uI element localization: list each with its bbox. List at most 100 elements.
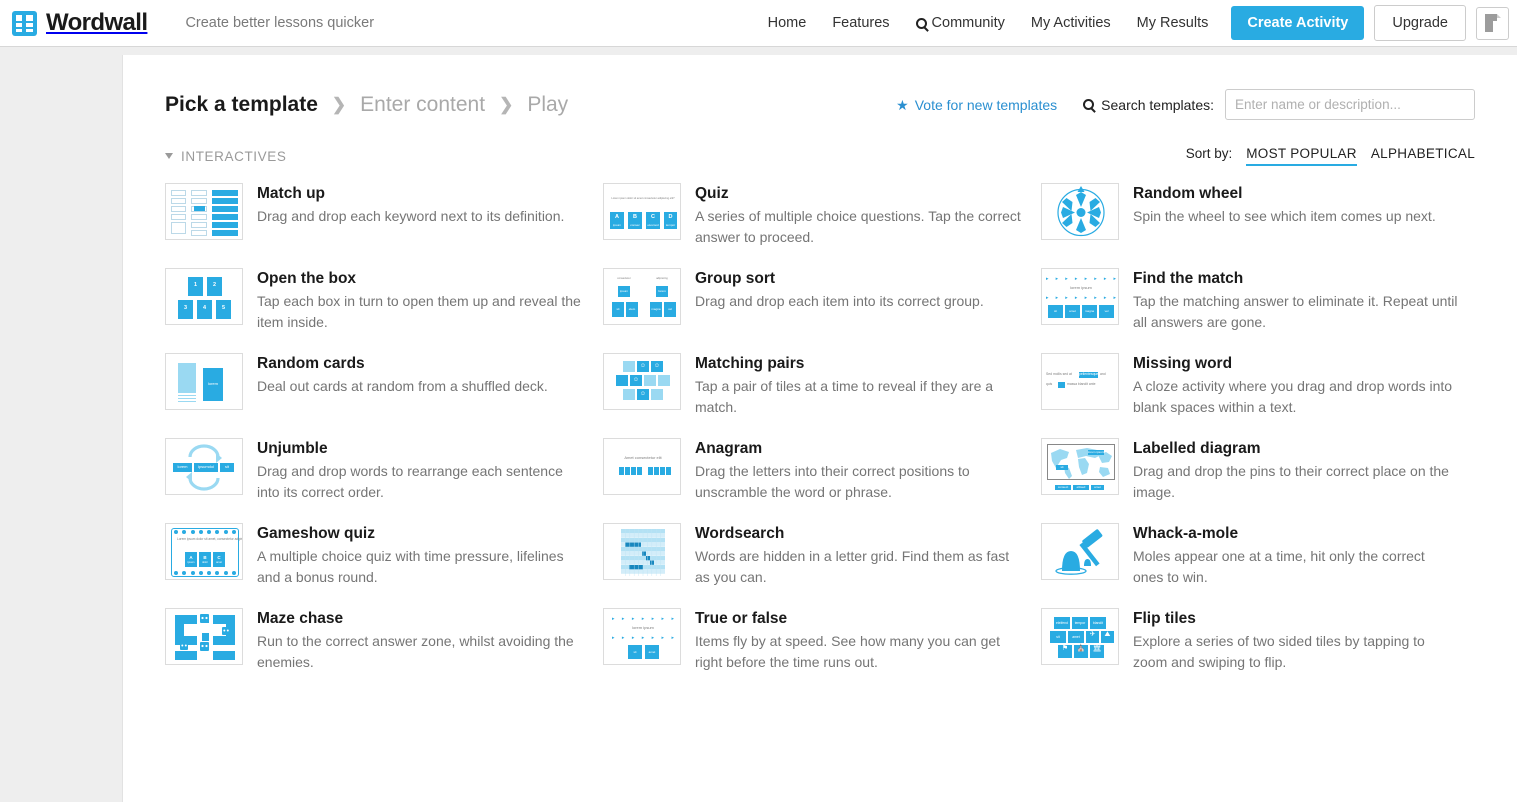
template-card-random-cards[interactable]: lorem Random cards Deal out cards at ran… (165, 352, 603, 417)
nav-item-my-results[interactable]: My Results (1124, 15, 1222, 31)
brand-name: Wordwall (46, 9, 148, 36)
template-description: A cloze activity where you drag and drop… (1133, 378, 1453, 415)
template-description: Items fly by at speed. See how many you … (695, 633, 1001, 670)
find-the-match-thumbnail: ▸ ▸ ▸ ▸ ▸ ▸ ▸ ▸ lorem ipsum ▸ ▸ ▸ ▸ ▸ ▸ ▸ ▸ sit amet m… (1041, 267, 1119, 325)
breadcrumb-step-pick-a-template[interactable]: Pick a template (165, 93, 318, 117)
wordsearch-thumbnail (603, 522, 681, 580)
template-description: Words are hidden in a letter grid. Find … (695, 548, 1010, 585)
vote-for-new-templates-link[interactable]: ★ Vote for new templates (896, 97, 1057, 113)
template-card-anagram[interactable]: Amet consectetur elit Anagram Drag the l… (603, 437, 1041, 502)
template-title: Missing word (1133, 354, 1233, 372)
template-card-wordsearch[interactable]: Wordsearch Words are hidden in a letter … (603, 522, 1041, 587)
template-title: Whack-a-mole (1133, 524, 1239, 542)
chevron-down-icon (165, 153, 173, 159)
template-card-labelled-diagram[interactable]: lorem ipsum sit consect elitsed amet Lab… (1041, 437, 1475, 502)
template-card-maze-chase[interactable]: Maze chase Run to the correct answer zon… (165, 607, 603, 672)
template-card-group-sort[interactable]: consectetur adipiscing ipsum lorem sit e… (603, 267, 1041, 332)
template-title: Maze chase (257, 609, 344, 627)
nav-item-my-results-label: My Results (1136, 15, 1209, 31)
template-title: Find the match (1133, 269, 1244, 287)
whack-a-mole-thumbnail (1041, 522, 1119, 580)
template-card-whack-a-mole[interactable]: Whack-a-mole Moles appear one at a time,… (1041, 522, 1475, 587)
nav-item-my-activities-label: My Activities (1030, 15, 1111, 31)
create-activity-button[interactable]: Create Activity (1231, 6, 1365, 40)
template-description: Tap the matching answer to eliminate it.… (1133, 293, 1458, 330)
template-card-gameshow-quiz[interactable]: Lorem ipsum dolor sit amet, consectetur … (165, 522, 603, 587)
template-card-random-wheel[interactable]: Random wheel Spin the wheel to see which… (1041, 183, 1475, 247)
maze-icon (175, 613, 235, 660)
template-card-missing-word[interactable]: Sed mollis sed at pellentesque and quis … (1041, 352, 1475, 417)
matching-pairs-thumbnail: ☺ ☺ ☺ ☺ (603, 352, 681, 410)
sort-option-alphabetical[interactable]: ALPHABETICAL (1371, 146, 1475, 164)
template-title: Group sort (695, 269, 776, 287)
search-templates-label: Search templates: (1083, 97, 1214, 113)
template-description: Run to the correct answer zone, whilst a… (257, 633, 574, 670)
search-icon (1083, 99, 1095, 110)
template-description: Tap a pair of tiles at a time to reveal … (695, 378, 994, 415)
template-description: Drag the letters into their correct posi… (695, 463, 970, 500)
nav-item-community[interactable]: Community (903, 15, 1018, 31)
chevron-right-icon: ❯ (331, 94, 347, 114)
quiz-thumbnail: Lorem ipsum dolor sit amet consectetur a… (603, 183, 681, 240)
user-avatar-button[interactable] (1476, 6, 1509, 40)
section-title-label: INTERACTIVES (181, 148, 287, 164)
template-title: Quiz (695, 185, 729, 202)
top-navigation-bar: Wordwall Create better lessons quicker H… (0, 0, 1517, 47)
random-wheel-thumbnail (1041, 183, 1119, 240)
quiz-thumb-question: Lorem ipsum dolor sit amet consectetur a… (611, 197, 675, 200)
upgrade-button[interactable]: Upgrade (1374, 5, 1466, 41)
sort-option-most-popular[interactable]: MOST POPULAR (1246, 146, 1357, 166)
template-title: Match up (257, 185, 326, 202)
nav-item-features[interactable]: Features (819, 15, 902, 31)
template-card-matching-pairs[interactable]: ☺ ☺ ☺ ☺ Matching pairs Tap a pair of til… (603, 352, 1041, 417)
template-title: Open the box (257, 269, 357, 287)
labelled-diagram-thumbnail: lorem ipsum sit consect elitsed amet (1041, 437, 1119, 495)
template-title: Matching pairs (695, 354, 805, 372)
search-icon (915, 17, 927, 29)
breadcrumb-step-play[interactable]: Play (527, 93, 568, 117)
page-background: Pick a template ❯ Enter content ❯ Play ★… (0, 47, 1517, 802)
section-header-interactives: INTERACTIVES Sort by: MOST POPULAR ALPHA… (165, 141, 1475, 171)
search-templates-input[interactable] (1225, 89, 1475, 120)
template-grid: Match up Drag and drop each keyword next… (165, 183, 1475, 672)
template-card-true-or-false[interactable]: ▸ ▸ ▸ ▸ ▸ ▸ ▸ lorem ipsum ▸ ▸ ▸ ▸ ▸ ▸ ▸ sit amet Tru… (603, 607, 1041, 672)
template-title: Unjumble (257, 439, 328, 457)
match-up-thumbnail (165, 183, 243, 240)
template-card-open-the-box[interactable]: 1 2 3 4 5 Open the box Tap each box in t… (165, 267, 603, 332)
mallet-and-mole-icon (1055, 529, 1103, 575)
template-title: Wordsearch (695, 524, 785, 542)
chevron-right-icon: ❯ (499, 94, 514, 114)
nav-item-my-activities[interactable]: My Activities (1018, 15, 1124, 31)
letter-grid-icon (621, 528, 665, 576)
brand-tagline: Create better lessons quicker (185, 15, 375, 31)
anagram-thumbnail: Amet consectetur elit (603, 437, 681, 495)
template-card-match-up[interactable]: Match up Drag and drop each keyword next… (165, 183, 603, 247)
template-title: Flip tiles (1133, 609, 1196, 627)
nav-item-home[interactable]: Home (755, 15, 820, 31)
template-description: Spin the wheel to see which item comes u… (1133, 208, 1436, 225)
breadcrumb-step-enter-content[interactable]: Enter content (360, 93, 485, 117)
vote-for-new-templates-label: Vote for new templates (914, 96, 1058, 113)
star-icon: ★ (896, 96, 909, 113)
template-description: Drag and drop the pins to their correct … (1133, 463, 1449, 500)
random-cards-thumbnail: lorem (165, 352, 243, 410)
wordwall-logo-icon (12, 10, 37, 36)
template-card-unjumble[interactable]: lorem ipsumdol sit Unjumble Drag and dro… (165, 437, 603, 502)
template-card-flip-tiles[interactable]: eleifend tempor blandit sit amet ✈ ⛰ ⚑ ⛪… (1041, 607, 1475, 672)
template-card-find-the-match[interactable]: ▸ ▸ ▸ ▸ ▸ ▸ ▸ ▸ lorem ipsum ▸ ▸ ▸ ▸ ▸ ▸ ▸ ▸ sit amet m… (1041, 267, 1475, 332)
template-title: Anagram (695, 439, 763, 457)
section-toggle-interactives[interactable]: INTERACTIVES (165, 149, 286, 164)
wheel-icon (1057, 186, 1105, 237)
group-sort-thumbnail: consectetur adipiscing ipsum lorem sit e… (603, 267, 681, 325)
template-description: Drag and drop words to rearrange each se… (257, 463, 563, 500)
template-card-quiz[interactable]: Lorem ipsum dolor sit amet consectetur a… (603, 183, 1041, 247)
open-the-box-thumbnail: 1 2 3 4 5 (165, 267, 243, 325)
template-title: Gameshow quiz (257, 524, 375, 542)
nav-item-community-label: Community (931, 15, 1005, 31)
nav-item-home-label: Home (767, 15, 807, 31)
template-description: Tap each box in turn to open them up and… (257, 293, 581, 330)
left-gutter (0, 47, 122, 802)
main-nav: Home Features Community My Activities My… (755, 5, 1509, 41)
user-avatar-icon (1484, 14, 1501, 32)
brand-logo-link[interactable]: Wordwall (12, 9, 148, 37)
